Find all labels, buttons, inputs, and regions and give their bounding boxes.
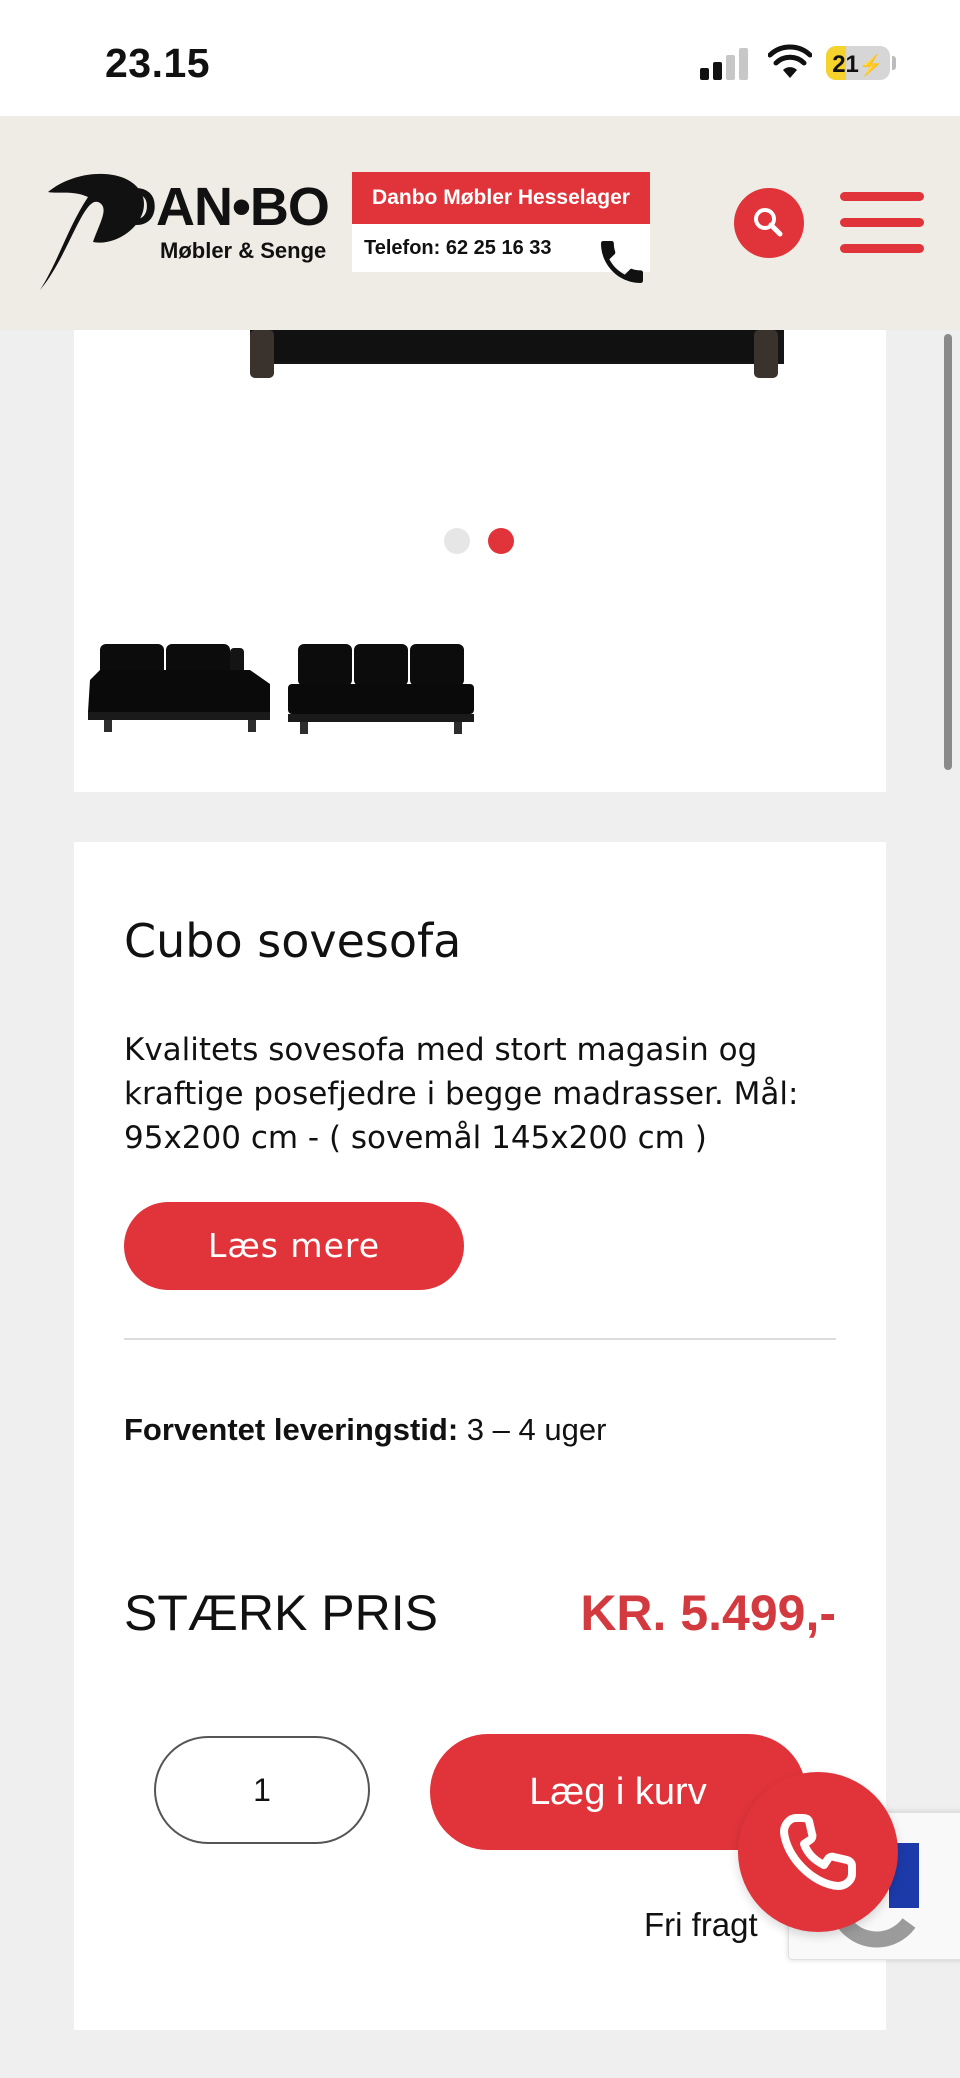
carousel-dot-2[interactable] — [488, 528, 514, 554]
cellular-signal-icon — [700, 48, 750, 80]
logo-subtitle: Møbler & Senge — [160, 238, 327, 263]
logo-wordmark: DAN•BO — [118, 177, 330, 237]
delivery-value: 3 – 4 uger — [458, 1412, 607, 1447]
thumbnail-2[interactable] — [284, 640, 480, 740]
wifi-icon — [768, 44, 812, 78]
product-title: Cubo sovesofa — [124, 914, 462, 968]
quantity-input[interactable] — [154, 1736, 370, 1844]
menu-bar-icon — [840, 192, 924, 201]
battery-level: 21 — [832, 51, 859, 78]
status-time: 23.15 — [105, 40, 211, 86]
search-button[interactable] — [734, 188, 804, 258]
menu-bar-icon — [840, 218, 924, 227]
search-icon — [754, 208, 783, 237]
danbo-logo[interactable]: DAN•BO Møbler & Senge — [38, 162, 348, 292]
carousel-dot-1[interactable] — [444, 528, 470, 554]
read-more-button[interactable]: Læs mere — [124, 1202, 464, 1290]
price-value: KR. 5.499,- — [580, 1585, 836, 1641]
call-button[interactable] — [738, 1772, 898, 1932]
thumbnail-1[interactable] — [80, 640, 276, 740]
phone-icon — [601, 241, 643, 283]
phone-icon — [780, 1814, 856, 1890]
divider — [124, 1338, 836, 1340]
carousel-dots — [444, 528, 524, 554]
product-gallery — [74, 330, 886, 792]
battery-icon: 21⚡ — [826, 46, 890, 80]
product-description: Kvalitets sovesofa med stort magasin og … — [124, 1032, 799, 1156]
delivery-label: Forventet leveringstid: — [124, 1412, 459, 1447]
site-header: DAN•BO Møbler & Senge Danbo Møbler Hesse… — [0, 116, 960, 330]
menu-bar-icon — [840, 244, 924, 253]
status-bar: 23.15 21⚡ — [0, 0, 960, 116]
price-label: STÆRK PRIS — [124, 1585, 438, 1641]
hamburger-menu-button[interactable] — [840, 192, 924, 256]
scrollbar[interactable] — [944, 334, 952, 770]
main-product-image[interactable] — [174, 330, 784, 378]
store-name: Danbo Møbler Hesselager — [352, 172, 650, 224]
delivery-time: Forventet leveringstid: 3 – 4 uger — [124, 1412, 606, 1448]
store-info-box: Danbo Møbler Hesselager Telefon: 62 25 1… — [352, 172, 650, 283]
